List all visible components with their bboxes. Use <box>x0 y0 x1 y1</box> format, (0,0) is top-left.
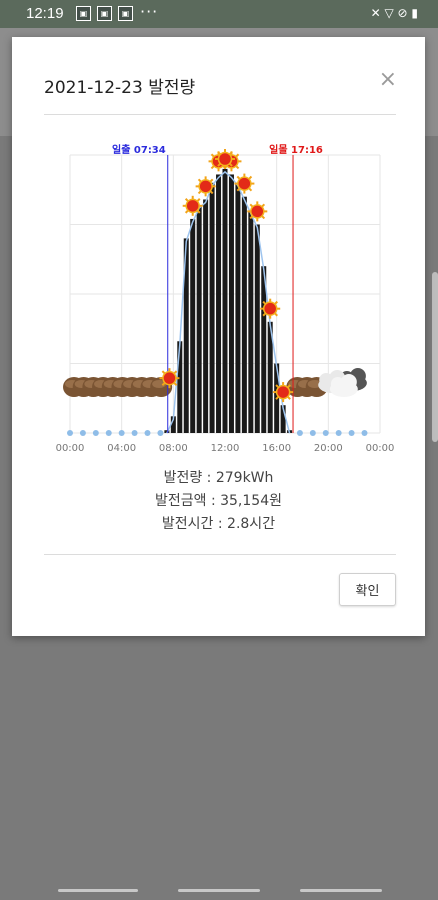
summary-generation: 발전량 : 279kWh <box>163 470 274 486</box>
zero-dot <box>335 430 342 436</box>
summary-hours: 발전시간 : 2.8시간 <box>161 516 276 532</box>
app-notification-icon-2: ▣ <box>118 6 133 21</box>
title-divider <box>44 114 396 115</box>
bar <box>209 182 215 433</box>
zero-dot <box>296 430 303 436</box>
navigation-bar <box>0 878 438 900</box>
generation-dialog: 2021-12-23 발전량 × 일출 07:34 일몰 17:16 00:00 0… <box>12 37 425 636</box>
zero-dot <box>144 430 151 436</box>
image-notification-icon: ▣ <box>76 6 91 21</box>
bar <box>222 168 228 433</box>
zero-dot <box>157 430 164 436</box>
footer-divider <box>44 554 396 555</box>
zero-dot <box>92 430 99 436</box>
zero-dot <box>348 430 355 436</box>
zero-dot <box>79 430 86 436</box>
bar <box>203 199 209 433</box>
zero-dot <box>322 430 329 436</box>
zero-dot <box>118 430 125 436</box>
weather-icons <box>63 368 367 397</box>
generation-chart: 일출 07:34 일몰 17:16 00:00 04:00 08:00 12:00 16:… <box>56 143 395 454</box>
close-icon[interactable]: × <box>379 67 397 92</box>
bar <box>241 196 247 433</box>
x-tick-label: 00:00 <box>56 443 85 454</box>
nav-home-button[interactable] <box>178 889 260 892</box>
sun-icon <box>215 149 235 169</box>
confirm-button[interactable]: 확인 <box>339 573 396 606</box>
more-notifications-icon: ··· <box>140 2 159 21</box>
x-tick-label: 08:00 <box>159 443 188 454</box>
system-status-icons: ✕ ▽ ⊘ ▮ <box>370 6 418 20</box>
sun-icon <box>260 298 281 319</box>
bar <box>235 182 241 433</box>
status-bar: 12:19 ▣ ▣ ▣ ··· ✕ ▽ ⊘ ▮ <box>0 0 438 28</box>
zero-dot <box>361 430 368 436</box>
status-time: 12:19 <box>26 5 64 22</box>
x-tick-label: 04:00 <box>107 443 136 454</box>
sun-icon <box>182 195 203 216</box>
x-tick-label: 12:00 <box>211 443 240 454</box>
nav-back-button[interactable] <box>300 889 382 892</box>
nav-recents-button[interactable] <box>58 889 138 892</box>
zero-dot <box>105 430 112 436</box>
zero-dot <box>67 430 73 436</box>
bar <box>177 341 183 433</box>
x-tick-label: 00:00 <box>366 443 395 454</box>
bar <box>261 266 267 433</box>
sun-icon <box>234 173 255 194</box>
zero-dot <box>309 430 316 436</box>
bar <box>216 174 222 433</box>
sun-icon <box>159 368 180 389</box>
sunset-label: 일몰 17:16 <box>269 143 323 156</box>
summary-amount: 발전금액 : 35,154원 <box>154 493 282 509</box>
app-notification-icon: ▣ <box>97 6 112 21</box>
notification-icons: ▣ ▣ ▣ <box>76 6 133 21</box>
bar <box>248 210 254 433</box>
sun-icon <box>273 382 294 403</box>
sunrise-label: 일출 07:34 <box>112 143 166 156</box>
x-tick-label: 16:00 <box>262 443 291 454</box>
x-tick-label: 20:00 <box>314 443 343 454</box>
x-axis-ticks: 00:00 04:00 08:00 12:00 16:00 20:00 00:00 <box>56 443 395 454</box>
bar <box>228 174 234 433</box>
scrollbar[interactable] <box>432 272 438 442</box>
dialog-title: 2021-12-23 발전량 <box>44 78 196 98</box>
sun-icon <box>247 201 268 222</box>
chart-bars <box>164 168 293 433</box>
bar <box>254 224 260 433</box>
zero-dot <box>131 430 138 436</box>
bar <box>196 205 202 433</box>
bar <box>190 218 196 433</box>
sun-icon <box>195 176 216 197</box>
